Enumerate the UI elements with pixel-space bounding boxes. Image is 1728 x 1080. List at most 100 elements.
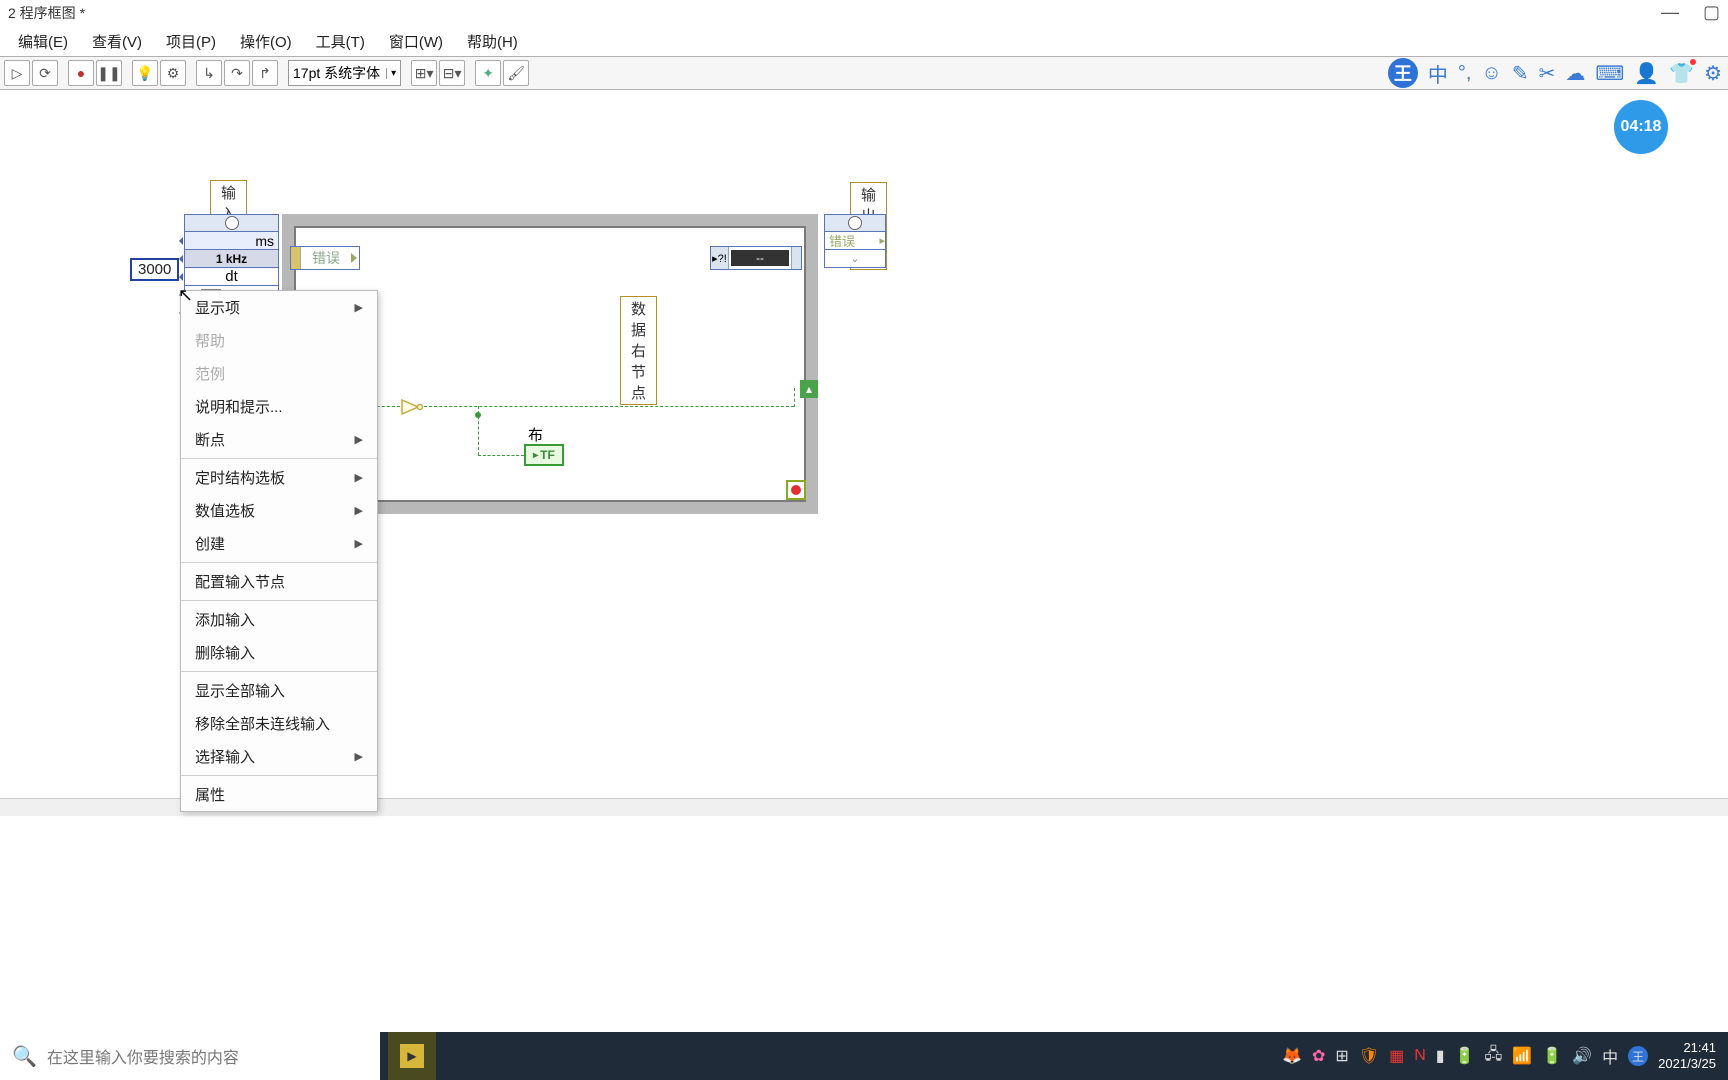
stop-terminal[interactable]: [786, 480, 806, 500]
arrow-right-icon: ▸: [879, 234, 885, 247]
ctx-help[interactable]: 帮助: [181, 324, 377, 357]
ime-skin-icon[interactable]: 👕: [1669, 61, 1694, 86]
ctx-remove-unwired[interactable]: 移除全部未连线输入: [181, 707, 377, 740]
tray-icon[interactable]: ▦: [1389, 1046, 1404, 1066]
ime-gear-icon[interactable]: ⚙: [1704, 61, 1722, 86]
taskbar-search[interactable]: 🔍 在这里输入你要搜索的内容: [0, 1032, 380, 1080]
clock-icon: [225, 216, 239, 230]
tray-wifi-icon[interactable]: 📶: [1512, 1046, 1532, 1066]
maximize-icon[interactable]: ▢: [1703, 2, 1720, 23]
step-into-button[interactable]: ↳: [196, 60, 222, 86]
tray-network-icon[interactable]: 🖧: [1485, 1043, 1503, 1070]
error-text: 错误: [301, 248, 351, 268]
run-cont-button[interactable]: ⟳: [32, 60, 58, 86]
ime-logo-icon[interactable]: 王: [1388, 58, 1418, 88]
row-error-out[interactable]: 错误 ▸: [824, 232, 886, 250]
ctx-create[interactable]: 创建▶: [181, 527, 377, 560]
iteration-display[interactable]: ▸?! --: [710, 246, 802, 270]
ctx-timed-palette[interactable]: 定时结构选板▶: [181, 461, 377, 494]
ctx-visible-items[interactable]: 显示项▶: [181, 291, 377, 324]
clock-icon: [848, 216, 862, 230]
reorder-button[interactable]: 🖌: [503, 60, 529, 86]
input-node-header: [184, 214, 279, 232]
ctx-configure-input[interactable]: 配置输入节点: [181, 565, 377, 598]
tray-ime-icon[interactable]: 中: [1602, 1044, 1618, 1068]
window-title: 2 程序框图 *: [8, 3, 85, 23]
row-ms[interactable]: ms: [184, 232, 279, 250]
wire: [424, 406, 794, 407]
menu-bar: 编辑(E) 查看(V) 项目(P) 操作(O) 工具(T) 窗口(W) 帮助(H…: [0, 26, 1728, 56]
retain-wire-button[interactable]: ⚙: [160, 60, 186, 86]
tray-icon[interactable]: N: [1414, 1047, 1426, 1065]
tray-clock[interactable]: 21:41 2021/3/25: [1658, 1040, 1720, 1071]
ctx-description[interactable]: 说明和提示...: [181, 390, 377, 423]
ime-scissors-icon[interactable]: ✂: [1539, 61, 1556, 86]
font-selector[interactable]: 17pt 系统字体 ▾: [288, 60, 401, 86]
row-out-2[interactable]: ⌄: [824, 250, 886, 268]
ctx-examples[interactable]: 范例: [181, 357, 377, 390]
ctx-add-input[interactable]: 添加输入: [181, 603, 377, 636]
stop-dot-icon: [791, 485, 801, 495]
ime-lang-icon[interactable]: 中: [1428, 59, 1448, 88]
ctx-properties[interactable]: 属性: [181, 778, 377, 811]
data-right-label: 数据右节点: [620, 296, 657, 405]
cleanup-button[interactable]: ✦: [475, 60, 501, 86]
abort-button[interactable]: ●: [68, 60, 94, 86]
ime-punct-icon[interactable]: °,: [1458, 62, 1472, 85]
ime-pen-icon[interactable]: ✎: [1512, 61, 1529, 86]
tray-icon[interactable]: 🛡: [1359, 1046, 1379, 1066]
recording-timer: 04:18: [1614, 100, 1668, 154]
ctx-breakpoint[interactable]: 断点▶: [181, 423, 377, 456]
row-khz[interactable]: 1 kHz: [184, 250, 279, 268]
menu-project[interactable]: 项目(P): [156, 29, 226, 54]
bool-indicator[interactable]: ▸ TF: [524, 444, 564, 466]
tray-usb-icon[interactable]: ▮: [1436, 1046, 1445, 1066]
error-in-terminal[interactable]: 错误: [290, 246, 360, 270]
output-node-header: [824, 214, 886, 232]
not-gate[interactable]: [400, 398, 424, 416]
timer-value: 04:18: [1621, 118, 1662, 136]
tray-icon[interactable]: ✿: [1312, 1046, 1325, 1066]
menu-help[interactable]: 帮助(H): [457, 29, 528, 54]
ctx-remove-input[interactable]: 删除输入: [181, 636, 377, 669]
title-bar: 2 程序框图 * — ▢: [0, 0, 1728, 26]
row-dt[interactable]: dt: [184, 268, 279, 286]
iter-value: --: [731, 250, 789, 266]
menu-window[interactable]: 窗口(W): [379, 29, 453, 54]
minimize-icon[interactable]: —: [1661, 2, 1679, 23]
clock-time: 21:41: [1658, 1040, 1716, 1056]
error-cap-icon: [291, 247, 301, 269]
menu-edit[interactable]: 编辑(E): [8, 29, 78, 54]
highlight-exec-button[interactable]: 💡: [132, 60, 158, 86]
output-node[interactable]: 错误 ▸ ⌄: [824, 214, 886, 268]
chevron-down-icon: ▾: [386, 68, 396, 79]
system-tray: 🦊 ✿ ⊞ 🛡 ▦ N ▮ 🔋 🖧 📶 🔋 🔊 中 王 21:41 2021/3…: [1282, 1040, 1728, 1071]
taskbar-app-labview[interactable]: ▶: [388, 1032, 436, 1080]
tray-battery-icon[interactable]: 🔋: [1542, 1046, 1562, 1066]
menu-operate[interactable]: 操作(O): [230, 29, 302, 54]
step-over-button[interactable]: ↷: [224, 60, 250, 86]
step-out-button[interactable]: ↱: [252, 60, 278, 86]
tray-battery-icon[interactable]: 🔋: [1455, 1046, 1475, 1066]
menu-tools[interactable]: 工具(T): [306, 29, 375, 54]
menu-view[interactable]: 查看(V): [82, 29, 152, 54]
distribute-button[interactable]: ⊟▾: [439, 60, 465, 86]
ctx-numeric-palette[interactable]: 数值选板▶: [181, 494, 377, 527]
wire: [794, 388, 795, 407]
tray-volume-icon[interactable]: 🔊: [1572, 1046, 1592, 1066]
align-button[interactable]: ⊞▾: [411, 60, 437, 86]
ctx-show-all-inputs[interactable]: 显示全部输入: [181, 674, 377, 707]
shift-register-right[interactable]: ▴: [800, 380, 818, 398]
numeric-constant[interactable]: 3000: [130, 258, 179, 281]
tray-icon[interactable]: 🦊: [1282, 1046, 1302, 1066]
pause-button[interactable]: ❚❚: [96, 60, 122, 86]
ime-cloud-icon[interactable]: ☁: [1565, 61, 1585, 86]
tray-icon[interactable]: ⊞: [1335, 1046, 1348, 1066]
ctx-select-input[interactable]: 选择输入▶: [181, 740, 377, 773]
tray-ime2-icon[interactable]: 王: [1628, 1046, 1648, 1066]
ime-emoji-icon[interactable]: ☺: [1481, 62, 1501, 85]
ime-user-icon[interactable]: 👤: [1634, 61, 1659, 86]
ime-keyboard-icon[interactable]: ⌨: [1595, 61, 1624, 86]
run-button[interactable]: ▷: [4, 60, 30, 86]
iter-end-icon: [791, 247, 801, 269]
